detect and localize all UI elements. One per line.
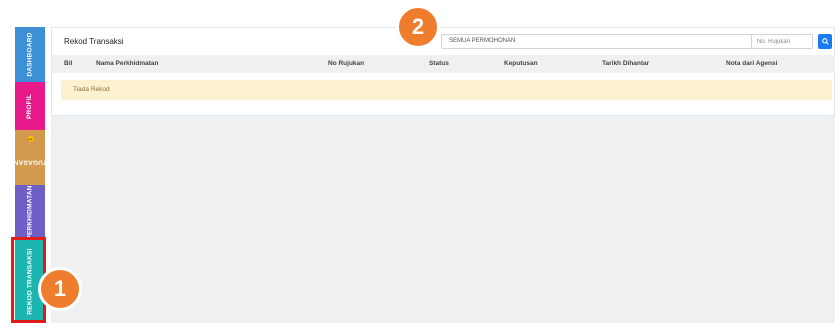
table-header: Bil Nama Perkhidmatan No Rujukan Status …: [52, 55, 835, 73]
column-header-keputusan: Keputusan: [504, 60, 538, 67]
column-header-no-rujukan: No Rujukan: [328, 60, 365, 67]
sidebar-tab-dashboard[interactable]: DASHBOARD: [15, 27, 45, 82]
sidebar-tab-rekod-transaksi-label: REKOD TRANSAKSI: [26, 248, 34, 315]
search-icon: [821, 38, 829, 45]
callout-marker-1: 1: [38, 267, 82, 311]
sidebar-tab-tugasan-label: TUGASAN: [13, 158, 47, 166]
main-content: Rekod Transaksi SEMUA PERMOHONAN ⌵ Bil N…: [51, 27, 835, 323]
search-button[interactable]: [818, 34, 832, 49]
sidebar-tab-perkhidmatan[interactable]: PERKHIDMATAN: [15, 185, 45, 240]
sidebar-tab-tugasan[interactable]: TUGASAN 1: [13, 130, 47, 185]
column-header-nota-dari-agensi: Nota dari Agensi: [726, 60, 778, 67]
reference-number-input[interactable]: [751, 34, 813, 49]
column-header-nama-perkhidmatan: Nama Perkhidmatan: [96, 60, 159, 67]
application-filter-select[interactable]: SEMUA PERMOHONAN ⌵: [441, 34, 800, 49]
column-header-bil: Bil: [64, 60, 73, 67]
column-header-tarikh-dihantar: Tarikh Dihantar: [602, 60, 650, 67]
filter-selected-value: SEMUA PERMOHONAN: [449, 38, 516, 44]
sidebar-tab-perkhidmatan-label: PERKHIDMATAN: [26, 185, 34, 240]
sidebar-tab-profil[interactable]: PROFIL: [15, 82, 45, 130]
empty-state-row: Tiada Rekod: [61, 80, 832, 100]
column-header-status: Status: [429, 60, 449, 67]
tugasan-count-badge: 1: [27, 136, 34, 143]
sidebar-tab-profil-label: PROFIL: [26, 93, 34, 119]
transaction-panel: Rekod Transaksi SEMUA PERMOHONAN ⌵ Bil N…: [51, 27, 835, 116]
sidebar-tab-dashboard-label: DASHBOARD: [26, 32, 34, 77]
callout-marker-2: 2: [396, 5, 440, 49]
panel-title: Rekod Transaksi: [64, 37, 124, 46]
empty-state-message: Tiada Rekod: [73, 86, 110, 93]
